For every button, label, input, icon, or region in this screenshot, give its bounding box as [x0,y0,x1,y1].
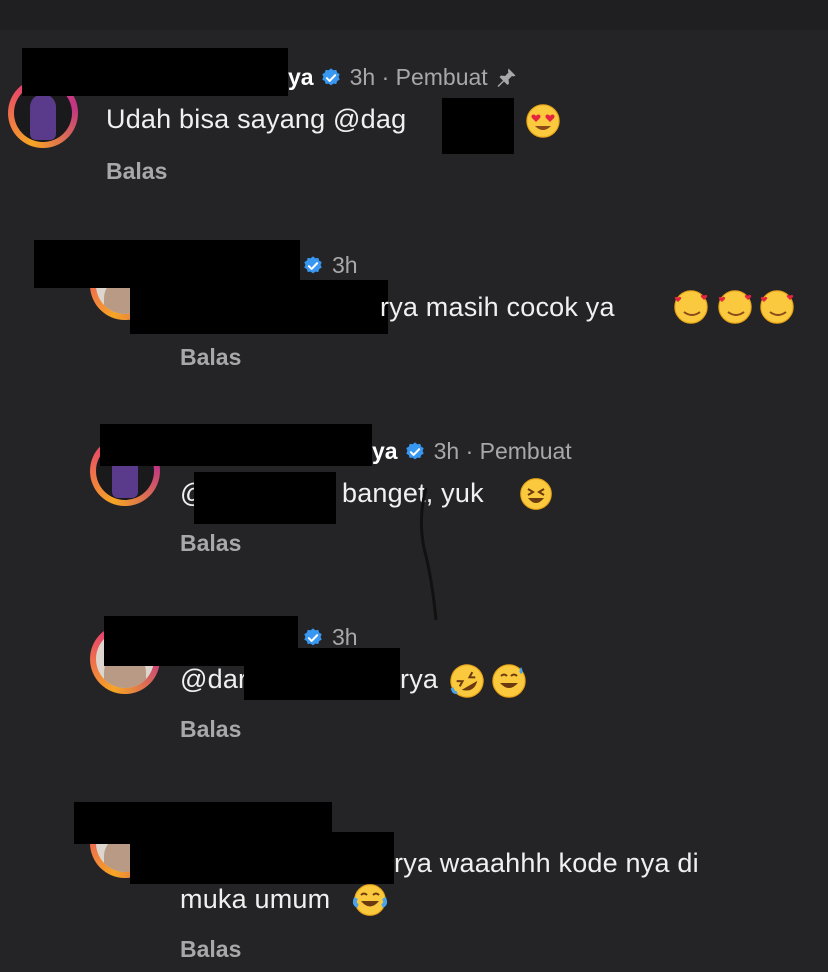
comment-text-pre: Udah bisa sayang @dag [106,104,407,134]
timestamp: 3h [349,64,376,90]
comment-meta: 3h [302,624,358,651]
verified-badge-icon [320,67,342,89]
scribble-mark [419,488,438,621]
redacted-text [130,280,388,334]
reply-button[interactable]: Balas [180,716,241,743]
redacted-mention [442,98,514,154]
comment-text-line2-label: muka umum [180,884,331,914]
creator-label: · Pembuat [381,64,488,90]
comment-meta: ya 3h · Pembuat [372,438,572,465]
comment-text-post: rya waaahhh kode nya di [394,848,699,878]
verified-badge-icon [302,255,324,277]
comment-text-pre: @dar [180,664,248,694]
creator-label: · Pembuat [465,438,572,464]
reply-button[interactable]: Balas [180,530,241,557]
top-bar [0,0,828,30]
timestamp: 3h [332,624,358,650]
comment-text: rya masih cocok ya [380,292,615,323]
username-tail[interactable]: ya [288,64,314,91]
timestamp: 3h [332,252,358,278]
reply-button[interactable]: Balas [180,344,241,371]
pin-icon [494,66,518,90]
tears-of-joy-emoji [352,884,388,916]
comment-meta: ya 3h · Pembuat [288,64,518,91]
smiling-hearts-emoji [760,290,794,324]
redacted-mention [194,472,336,524]
verified-badge-icon [404,441,426,463]
redacted-username [22,48,288,96]
comment-text: Udah bisa sayang @dag [106,104,406,135]
username-tail[interactable]: ya [372,438,398,465]
rofl-emoji [448,662,486,700]
verified-badge-icon [302,627,324,649]
redacted-username [100,424,372,466]
smiling-hearts-emoji [674,290,708,324]
timestamp: 3h [433,438,460,464]
heart-eyes-emoji [526,104,560,138]
grinning-squint-emoji [520,478,552,510]
comment-text-post: banget, yuk [342,478,484,508]
redacted-text [130,832,394,884]
reply-button[interactable]: Balas [180,936,241,963]
grinning-sweat-emoji [492,664,526,698]
comment-text-post: rya [400,664,439,694]
redacted-mention [244,648,400,700]
smiling-hearts-emoji [718,290,752,324]
reply-button[interactable]: Balas [106,158,167,185]
comment-text-post: rya masih cocok ya [380,292,615,322]
comment-meta: 3h [302,252,358,279]
comment-text-line2: muka umum [180,884,330,915]
